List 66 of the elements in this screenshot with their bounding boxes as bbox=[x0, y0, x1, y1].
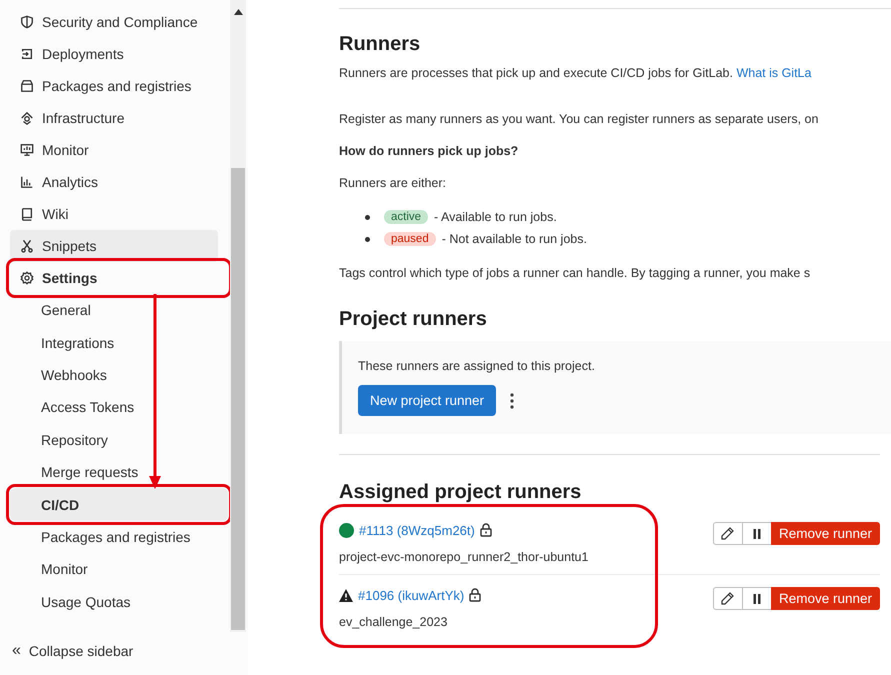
status-badge: paused bbox=[384, 232, 436, 246]
sidebar-subitem[interactable]: Integrations bbox=[10, 326, 218, 359]
pause-button[interactable] bbox=[742, 522, 772, 545]
section-title: Project runners bbox=[339, 308, 488, 331]
sidebar-item[interactable]: Analytics bbox=[10, 166, 218, 198]
description-text: Tags control which type of jobs a runner can handle. By tagging a runner, you make s bbox=[339, 265, 812, 282]
pause-icon bbox=[752, 594, 761, 604]
scroll-up-icon[interactable] bbox=[234, 9, 243, 15]
sidebar-subitem[interactable]: Repository bbox=[10, 424, 218, 456]
runner-name: project-evc-monorepo_runner2_thor-ubuntu1 bbox=[339, 549, 588, 566]
sidebar-subitem[interactable]: General bbox=[10, 294, 218, 326]
collapse-sidebar-button[interactable]: « Collapse sidebar bbox=[12, 642, 134, 660]
sidebar-subitem[interactable]: Access Tokens bbox=[10, 391, 218, 424]
gear-icon bbox=[20, 271, 34, 285]
sidebar-item[interactable]: Infrastructure bbox=[10, 102, 218, 134]
sidebar-item[interactable]: Wiki bbox=[10, 198, 218, 230]
sidebar-subitem[interactable]: Merge requests bbox=[10, 456, 218, 488]
new-runner-button[interactable]: New project runner bbox=[358, 385, 496, 416]
question-heading: How do runners pick up jobs? bbox=[339, 143, 520, 160]
deploy-icon bbox=[20, 47, 34, 61]
status-badge: active bbox=[384, 210, 428, 224]
remove-runner-button[interactable]: Remove runner bbox=[770, 587, 880, 610]
info-text: These runners are assigned to this project. bbox=[358, 358, 596, 375]
runner-link[interactable]: #1113 (8Wzq5m26t) bbox=[359, 522, 475, 538]
more-options-icon[interactable] bbox=[510, 392, 514, 408]
section-title: Assigned project runners bbox=[339, 481, 582, 504]
status-description: - Available to run jobs. bbox=[434, 209, 557, 226]
section-title: Runners bbox=[339, 33, 422, 56]
remove-runner-button[interactable]: Remove runner bbox=[770, 522, 880, 545]
bullet-icon bbox=[365, 236, 370, 242]
sidebar-item[interactable]: Security and Compliance bbox=[10, 6, 218, 38]
bar-chart-icon bbox=[20, 175, 34, 189]
description-text: Register as many runners as you want. You can register runners as separate users, on bbox=[339, 111, 820, 128]
sidebar-item[interactable]: Settings bbox=[10, 262, 228, 294]
pencil-icon bbox=[721, 592, 734, 605]
sidebar-subitem[interactable]: Packages and registries bbox=[10, 520, 218, 554]
sidebar-item[interactable]: Snippets bbox=[10, 230, 218, 262]
monitor-icon bbox=[20, 143, 34, 157]
package-icon bbox=[20, 79, 34, 93]
sidebar-subitem[interactable]: CI/CD bbox=[10, 488, 228, 521]
sidebar-subitem[interactable]: Monitor bbox=[10, 553, 218, 586]
warning-icon bbox=[339, 588, 353, 602]
edit-button[interactable] bbox=[712, 522, 743, 545]
scissors-icon bbox=[20, 239, 34, 253]
description-text: Runners are either: bbox=[339, 175, 448, 192]
book-icon bbox=[20, 207, 34, 221]
shield-icon bbox=[20, 15, 34, 29]
pause-button[interactable] bbox=[742, 587, 772, 610]
help-link[interactable]: What is GitLa bbox=[736, 66, 812, 80]
bullet-icon bbox=[365, 214, 370, 220]
sidebar-item[interactable]: Deployments bbox=[10, 38, 218, 70]
scrollbar-thumb[interactable] bbox=[231, 168, 245, 630]
sidebar-subitem[interactable]: Usage Quotas bbox=[10, 586, 218, 618]
runner-link[interactable]: #1096 (ikuwArtYk) bbox=[358, 588, 464, 602]
status-description: - Not available to run jobs. bbox=[442, 231, 587, 248]
online-status-dot bbox=[339, 522, 354, 538]
sidebar-item[interactable]: Packages and registries bbox=[10, 70, 218, 102]
edit-button[interactable] bbox=[712, 587, 743, 610]
description-text: Runners are processes that pick up and execute CI/CD jobs for GitLab. What is GitLa bbox=[339, 65, 812, 82]
infrastructure-icon bbox=[20, 111, 34, 125]
runner-name: ev_challenge_2023 bbox=[339, 614, 448, 631]
scrollbar[interactable] bbox=[230, 0, 246, 632]
sidebar-subitem[interactable]: Webhooks bbox=[10, 358, 218, 392]
pencil-icon bbox=[721, 527, 734, 540]
sidebar-item[interactable]: Monitor bbox=[10, 134, 218, 166]
pause-icon bbox=[752, 528, 761, 538]
